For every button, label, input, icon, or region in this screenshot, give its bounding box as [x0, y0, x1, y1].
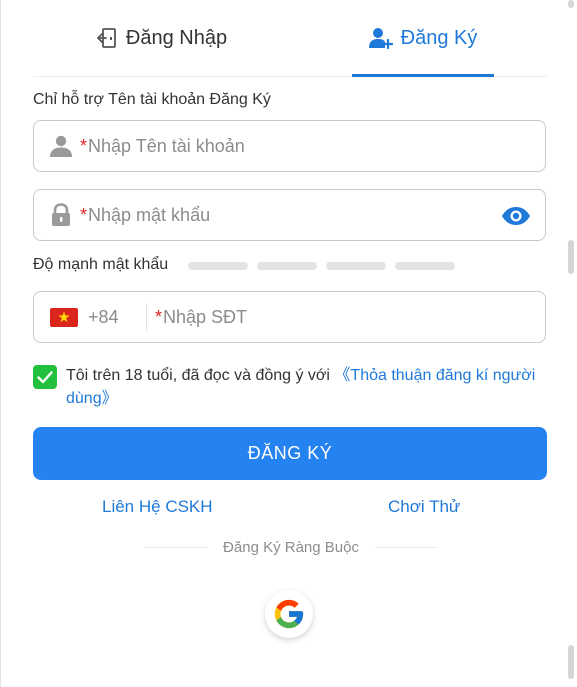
required-mark: * — [80, 204, 88, 225]
agreement-text: Tôi trên 18 tuổi, đã đọc và đồng ý với 《… — [66, 364, 543, 410]
strength-bar-3 — [326, 262, 386, 270]
agreement: Tôi trên 18 tuổi, đã đọc và đồng ý với 《… — [33, 364, 543, 410]
user-add-icon — [368, 27, 393, 49]
bind-register-divider: Đăng Ký Ràng Buộc — [145, 537, 438, 557]
contact-support-link[interactable]: Liên Hệ CSKH — [102, 497, 213, 517]
username-placeholder: Nhập Tên tài khoản — [88, 135, 245, 156]
play-trial-link[interactable]: Chơi Thử — [388, 497, 460, 517]
tab-login-label: Đăng Nhập — [125, 26, 228, 49]
divider-line — [374, 546, 438, 548]
tab-register[interactable]: Đăng Ký — [352, 0, 494, 76]
country-code[interactable]: +84 — [88, 307, 132, 328]
google-login-button[interactable] — [265, 590, 313, 638]
active-tab-indicator — [352, 74, 494, 77]
auth-tabs: Đăng Nhập Đăng Ký — [33, 0, 547, 77]
required-mark: * — [80, 135, 88, 156]
password-placeholder: Nhập mật khẩu — [88, 204, 211, 225]
agreement-statement: Tôi trên 18 tuổi, đã đọc và đồng ý với — [66, 367, 335, 384]
user-icon — [48, 133, 74, 159]
door-exit-icon — [96, 27, 118, 49]
username-hint: Chỉ hỗ trợ Tên tài khoản Đăng Ký — [33, 91, 271, 108]
register-button[interactable]: ĐĂNG KÝ — [33, 427, 547, 480]
strength-bar-4 — [395, 262, 455, 270]
register-page: Đăng Nhập Đăng Ký Chỉ hỗ trợ Tên tài kho… — [0, 0, 577, 687]
strength-bar-1 — [188, 262, 248, 270]
username-field[interactable]: * Nhập Tên tài khoản — [33, 120, 546, 172]
agreement-checkbox[interactable] — [33, 365, 57, 389]
required-mark: * — [155, 306, 163, 327]
scrollbar-segment[interactable] — [568, 0, 574, 8]
password-field[interactable]: * Nhập mật khẩu — [33, 189, 546, 241]
bind-register-label: Đăng Ký Ràng Buộc — [223, 538, 359, 556]
lock-icon — [48, 202, 74, 228]
eye-icon[interactable] — [501, 203, 531, 229]
left-border — [0, 0, 1, 687]
vietnam-flag-icon[interactable] — [50, 307, 78, 327]
scrollbar-segment[interactable] — [568, 645, 574, 679]
strength-bar-2 — [257, 262, 317, 270]
check-icon — [37, 371, 53, 384]
tab-register-label: Đăng Ký — [400, 26, 478, 49]
google-icon — [274, 599, 304, 629]
password-strength-label: Độ mạnh mật khẩu — [33, 256, 169, 273]
phone-field[interactable]: +84 * Nhập SĐT — [33, 291, 546, 343]
scrollbar-thumb[interactable] — [568, 240, 574, 274]
tab-login[interactable]: Đăng Nhập — [33, 0, 290, 76]
phone-divider — [146, 303, 147, 331]
divider-line — [145, 546, 208, 548]
phone-placeholder: Nhập SĐT — [163, 306, 248, 327]
